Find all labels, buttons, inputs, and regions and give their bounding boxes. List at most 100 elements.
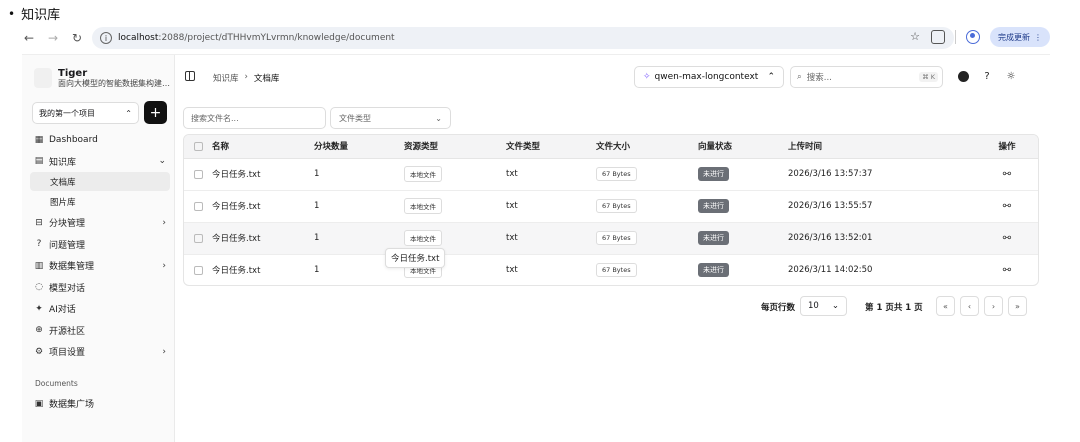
last-page-button[interactable]: »: [1008, 296, 1027, 316]
sidebar-item-dashboard[interactable]: ▦ Dashboard: [30, 129, 170, 151]
model-select[interactable]: ✧ qwen-max-longcontext ⌃: [634, 66, 784, 88]
sidebar-item-model-chat[interactable]: ◌ 模型对话: [30, 277, 170, 299]
header-source: 资源类型: [404, 135, 506, 159]
chevron-down-icon: ⌄: [435, 113, 442, 123]
header-actions: 操作: [974, 135, 1038, 159]
header-upload-time: 上传时间: [788, 135, 974, 159]
row-checkbox[interactable]: [194, 169, 203, 179]
table-row[interactable]: 今日任务.txt 1 本地文件 txt 67 Bytes 未进行 2026/3/…: [184, 158, 1038, 191]
breadcrumb-separator-icon: ›: [244, 72, 248, 82]
row-checkbox[interactable]: [194, 233, 203, 243]
doc-heading: • 知识库: [8, 4, 60, 24]
breadcrumb-current: 文档库: [253, 74, 280, 84]
sidebar: Tiger 面向大模型的智能数据集构建… 我的第一个项目 ⌃ + ▦ Dashb…: [22, 55, 175, 442]
globe-icon: ⊕: [35, 325, 43, 336]
profile-icon[interactable]: [966, 30, 980, 44]
table-row[interactable]: 今日任务.txt 1 本地文件 txt 67 Bytes 未进行 2026/3/…: [184, 222, 1038, 255]
file-type: txt: [506, 190, 596, 223]
sidebar-item-chunks[interactable]: ⊟ 分块管理 ›: [30, 212, 170, 234]
brand[interactable]: Tiger 面向大模型的智能数据集构建…: [34, 65, 170, 91]
toggle-sidebar-icon[interactable]: [185, 71, 195, 81]
sidebar-item-settings[interactable]: ⚙ 项目设置 ›: [30, 341, 170, 363]
chevron-right-icon: ›: [162, 346, 166, 357]
select-all-checkbox[interactable]: [194, 141, 203, 151]
sun-icon[interactable]: ☼: [1005, 70, 1017, 82]
reload-icon[interactable]: ↻: [68, 29, 86, 47]
row-actions-icon[interactable]: ⚯: [974, 190, 1038, 223]
chevron-updown-icon: ⌃: [125, 108, 132, 118]
chevron-down-icon: ⌄: [831, 301, 839, 311]
app-window: Tiger 面向大模型的智能数据集构建… 我的第一个项目 ⌃ + ▦ Dashb…: [22, 54, 1050, 442]
row-actions-icon[interactable]: ⚯: [974, 222, 1038, 255]
header-name[interactable]: 名称: [184, 135, 314, 159]
section-label: Documents: [35, 379, 78, 388]
sidebar-item-questions[interactable]: ? 问题管理: [30, 234, 170, 256]
upload-time: 2026/3/11 14:02:50: [788, 254, 974, 285]
size-tag: 67 Bytes: [596, 199, 637, 213]
file-name[interactable]: 今日任务.txt: [212, 232, 260, 244]
header-chunks: 分块数量: [314, 135, 404, 159]
upload-time: 2026/3/16 13:57:37: [788, 158, 974, 191]
help-icon[interactable]: ?: [981, 70, 993, 82]
file-type: txt: [506, 158, 596, 191]
row-actions-icon[interactable]: ⚯: [974, 254, 1038, 285]
documents-table: 名称 分块数量 资源类型 文件类型 文件大小 向量状态 上传时间 操作 今日任务: [183, 134, 1039, 286]
file-type: txt: [506, 254, 596, 285]
next-page-button[interactable]: ›: [984, 296, 1003, 316]
chevron-right-icon: ›: [162, 217, 166, 228]
forward-icon[interactable]: →: [44, 29, 62, 47]
back-icon[interactable]: ←: [20, 29, 38, 47]
header-size: 文件大小: [596, 135, 698, 159]
status-badge: 未进行: [698, 231, 729, 245]
file-name[interactable]: 今日任务.txt: [212, 264, 260, 276]
source-tag: 本地文件: [404, 198, 442, 214]
main-content: 知识库 › 文档库 ✧ qwen-max-longcontext ⌃ ⌕ 搜索..…: [175, 55, 1050, 442]
brand-name: Tiger: [58, 67, 88, 79]
row-checkbox[interactable]: [194, 265, 203, 275]
sidebar-bottom-menu: ▣ 数据集广场: [30, 393, 170, 415]
search-input[interactable]: ⌕ 搜索... ⌘ K: [790, 66, 943, 88]
header-type: 文件类型: [506, 135, 596, 159]
browser-actions: 完成更新 ⋮: [931, 27, 1050, 47]
browser-toolbar: ← → ↻ i localhost:2088/project/dTHHvmYLv…: [20, 26, 1060, 50]
sidebar-subitem-documents[interactable]: 文档库: [30, 172, 170, 191]
add-project-button[interactable]: +: [144, 101, 167, 124]
file-name[interactable]: 今日任务.txt: [212, 168, 260, 180]
update-button[interactable]: 完成更新 ⋮: [990, 27, 1050, 47]
first-page-button[interactable]: «: [936, 296, 955, 316]
prev-page-button[interactable]: ‹: [960, 296, 979, 316]
sidebar-subitem-images[interactable]: 图片库: [30, 192, 170, 211]
table-row[interactable]: 今日任务.txt 1 本地文件 txt 67 Bytes 未进行 2026/3/…: [184, 254, 1038, 285]
sidebar-item-label: 开源社区: [49, 326, 86, 337]
extensions-icon[interactable]: [931, 30, 945, 44]
breadcrumb: 知识库 › 文档库: [213, 72, 279, 84]
sidebar-item-dataset-square[interactable]: ▣ 数据集广场: [30, 393, 170, 415]
sidebar-item-community[interactable]: ⊕ 开源社区: [30, 320, 170, 342]
filename-search-input[interactable]: 搜索文件名...: [183, 107, 326, 129]
address-bar[interactable]: i localhost:2088/project/dTHHvmYLvrmn/kn…: [92, 27, 954, 49]
file-name[interactable]: 今日任务.txt: [212, 200, 260, 212]
sidebar-item-ai-chat[interactable]: ✦ AI对话: [30, 298, 170, 320]
row-checkbox[interactable]: [194, 201, 203, 211]
sidebar-item-knowledge[interactable]: ▤ 知识库 ⌄: [30, 151, 170, 173]
table-row[interactable]: 今日任务.txt 1 本地文件 txt 67 Bytes 未进行 2026/3/…: [184, 190, 1038, 223]
topbar: 知识库 › 文档库 ✧ qwen-max-longcontext ⌃ ⌕ 搜索..…: [175, 65, 1050, 91]
file-type-select[interactable]: 文件类型 ⌄: [330, 107, 451, 129]
row-actions-icon[interactable]: ⚯: [974, 158, 1038, 191]
chunk-count: 1: [314, 190, 404, 223]
bookmark-star-icon[interactable]: ☆: [910, 30, 920, 43]
split-icon: ⊟: [35, 217, 43, 228]
breadcrumb-root[interactable]: 知识库: [213, 72, 239, 84]
search-shortcut: ⌘ K: [919, 72, 938, 82]
sidebar-item-label: 问题管理: [49, 240, 86, 251]
model-spark-icon: ✧: [643, 72, 651, 82]
site-info-icon[interactable]: i: [100, 32, 112, 44]
sidebar-item-datasets[interactable]: ▥ 数据集管理 ›: [30, 255, 170, 277]
size-tag: 67 Bytes: [596, 231, 637, 245]
url-host: localhost: [118, 33, 159, 43]
sidebar-item-label: AI对话: [49, 305, 76, 316]
github-icon[interactable]: [957, 70, 969, 82]
page-size-select[interactable]: 10 ⌄: [800, 296, 847, 316]
chat-icon: ◌: [35, 282, 43, 293]
project-select[interactable]: 我的第一个项目 ⌃: [32, 102, 139, 124]
